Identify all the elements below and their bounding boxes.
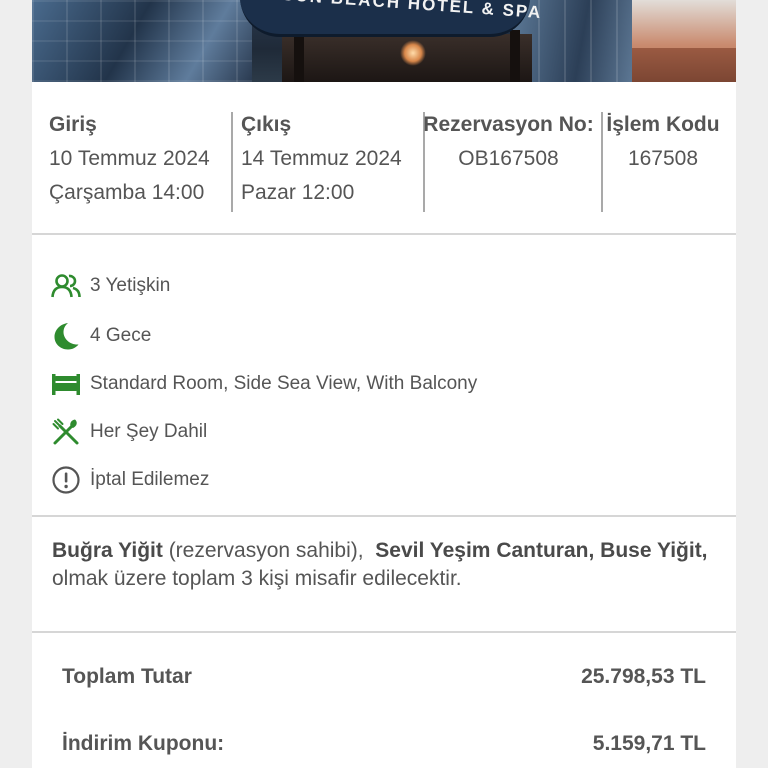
divider bbox=[231, 112, 233, 212]
hotel-photo: SUN BEACH HOTEL & SPA bbox=[32, 0, 736, 82]
guest-suffix: olmak üzere toplam 3 kişi misafir edilec… bbox=[52, 567, 462, 590]
feature-adults: 3 Yetişkin bbox=[50, 270, 170, 302]
guest-sentence: Buğra Yiğit (rezervasyon sahibi), Sevil … bbox=[52, 537, 724, 593]
checkin-label: Giriş bbox=[49, 113, 97, 136]
checkout-label: Çıkış bbox=[241, 113, 292, 136]
checkin-date: 10 Temmuz 2024 bbox=[49, 147, 210, 170]
feature-room: Standard Room, Side Sea View, With Balco… bbox=[50, 368, 477, 400]
discount-row: İndirim Kuponu: 5.159,71 TL bbox=[62, 732, 706, 756]
checkout-day-time: Pazar 12:00 bbox=[241, 181, 355, 204]
discount-value: 5.159,71 TL bbox=[592, 732, 706, 755]
owner-name: Buğra Yiğit bbox=[52, 539, 163, 562]
moon-icon bbox=[50, 320, 82, 352]
guest-info: Buğra Yiğit (rezervasyon sahibi), Sevil … bbox=[32, 515, 736, 633]
reservation-column: Rezervasyon No: OB167508 bbox=[421, 112, 596, 172]
stay-dates: Giriş 10 Temmuz 2024 Çarşamba 14:00 Çıkı… bbox=[32, 82, 736, 235]
total-row: Toplam Tutar 25.798,53 TL bbox=[62, 665, 706, 689]
total-value: 25.798,53 TL bbox=[581, 665, 706, 688]
reservation-card: SUN BEACH HOTEL & SPA Giriş 10 Temmuz 20… bbox=[32, 0, 736, 768]
checkin-day-time: Çarşamba 14:00 bbox=[49, 181, 205, 204]
bed-icon bbox=[50, 368, 82, 400]
room-features: 3 Yetişkin 4 Gece Standard Room, Side Se… bbox=[32, 233, 736, 517]
feature-board: Her Şey Dahil bbox=[50, 416, 207, 448]
checkin-column: Giriş 10 Temmuz 2024 Çarşamba 14:00 bbox=[49, 112, 210, 206]
users-icon bbox=[50, 270, 82, 302]
feature-label: Her Şey Dahil bbox=[90, 421, 208, 442]
feature-cancellation: İptal Edilemez bbox=[50, 464, 209, 496]
feature-nights: 4 Gece bbox=[50, 320, 151, 352]
reservation-label: Rezervasyon No: bbox=[423, 113, 594, 136]
owner-note: (rezervasyon sahibi), bbox=[162, 539, 370, 562]
other-guests: Sevil Yeşim Canturan, Buse Yiğit, bbox=[375, 539, 708, 562]
discount-label: İndirim Kuponu: bbox=[62, 732, 225, 755]
checkout-date: 14 Temmuz 2024 bbox=[241, 147, 402, 170]
fork-knife-icon bbox=[50, 416, 82, 448]
transaction-column: İşlem Kodu 167508 bbox=[603, 112, 723, 172]
reservation-number: OB167508 bbox=[458, 147, 559, 170]
price-summary: Toplam Tutar 25.798,53 TL İndirim Kuponu… bbox=[32, 633, 736, 768]
feature-label: Standard Room, Side Sea View, With Balco… bbox=[90, 373, 478, 394]
total-label: Toplam Tutar bbox=[62, 665, 192, 688]
info-circle-icon bbox=[50, 464, 82, 496]
feature-label: 3 Yetişkin bbox=[90, 275, 171, 296]
checkout-column: Çıkış 14 Temmuz 2024 Pazar 12:00 bbox=[241, 112, 402, 206]
feature-label: İptal Edilemez bbox=[90, 469, 210, 490]
transaction-code: 167508 bbox=[627, 147, 699, 170]
transaction-label: İşlem Kodu bbox=[606, 113, 720, 136]
feature-label: 4 Gece bbox=[90, 325, 152, 346]
